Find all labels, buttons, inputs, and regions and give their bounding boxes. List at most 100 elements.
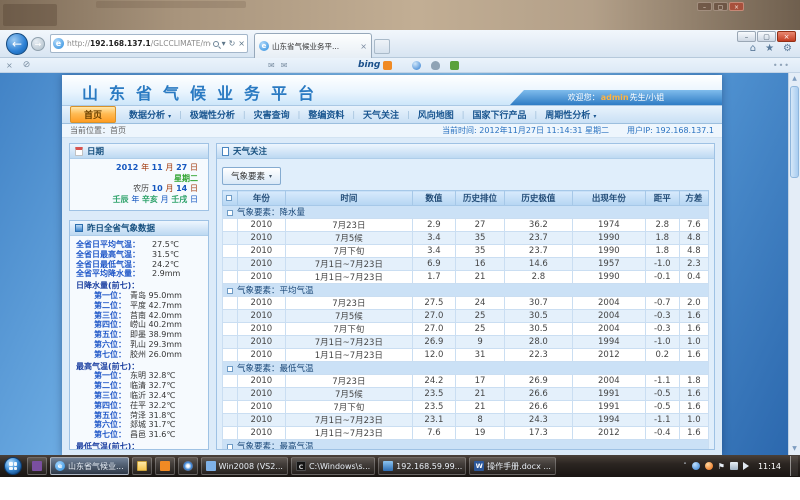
taskbar-item-0[interactable] (27, 457, 47, 475)
nav-item-3[interactable]: 灾害查询 (246, 107, 298, 122)
refresh-icon[interactable]: ↻ (229, 39, 236, 48)
plugin-icon[interactable] (450, 61, 459, 70)
taskbar-item-8[interactable]: W操作手册.docx ... (469, 457, 556, 475)
stop-icon[interactable]: × (238, 39, 245, 48)
more-options-icon[interactable]: ••• (773, 61, 790, 70)
table-cell: 7月下旬 (286, 323, 412, 336)
section-name: 气象要素：降水量 (237, 208, 305, 218)
table-cell: 2010 (237, 258, 286, 271)
addon-icon[interactable] (383, 61, 392, 70)
close-icon[interactable]: × (777, 31, 796, 42)
table-section-row[interactable]: 气象要素：最高气温 (223, 440, 709, 450)
checkbox-icon[interactable] (227, 210, 233, 216)
network-icon[interactable] (730, 462, 738, 470)
checkbox-icon[interactable] (227, 366, 233, 372)
table-cell: 28.0 (504, 336, 572, 349)
stat-line: 全省平均降水量：2.9mm (76, 269, 204, 279)
checkbox-icon[interactable] (226, 195, 232, 201)
nav-item-6[interactable]: 风向地图 (410, 107, 462, 122)
main-nav: 首页数据分析 ▾|极端性分析|灾害查询|整编资料|天气关注|风向地图|国家下行产… (62, 105, 722, 124)
nav-item-4[interactable]: 整编资料 (300, 107, 352, 122)
taskbar-item-3[interactable] (155, 457, 175, 475)
maximize-icon[interactable]: ▢ (757, 31, 776, 42)
taskbar-item-4[interactable] (178, 457, 198, 475)
table-section-row[interactable]: 气象要素：最低气温 (223, 362, 709, 375)
background-window-fragment (3, 4, 57, 26)
taskbar-item-2[interactable] (132, 457, 152, 475)
scroll-down-icon[interactable]: ▼ (789, 443, 800, 455)
table-cell: 1991 (572, 401, 645, 414)
taskbar-item-7[interactable]: 192.168.59.99... (378, 457, 466, 475)
maximize-icon[interactable]: ▢ (713, 2, 728, 11)
checkbox-icon[interactable] (227, 444, 233, 450)
table-cell: -0.3 (645, 310, 679, 323)
browser-tab[interactable]: e 山东省气候业务平... × (254, 33, 372, 58)
table-cell: 1.7 (412, 271, 456, 284)
back-button[interactable]: ← (6, 33, 28, 55)
close-icon[interactable]: × (729, 2, 744, 11)
table-cell: 30.5 (504, 310, 572, 323)
bing-logo[interactable]: bing (358, 60, 380, 70)
table-cell: -1.0 (645, 258, 679, 271)
show-desktop-button[interactable] (790, 456, 798, 476)
table-row: 20107月1日~7月23日26.9928.01994-1.01.0 (223, 336, 709, 349)
table-section-row[interactable]: 气象要素：降水量 (223, 206, 709, 219)
table-cell: 1.0 (679, 414, 708, 427)
search-icon[interactable] (213, 41, 219, 47)
mail-icon[interactable]: ✉ (268, 61, 275, 70)
element-filter-button[interactable]: 气象要素 ▾ (222, 167, 281, 185)
new-tab-button[interactable] (374, 39, 390, 54)
mail-icon[interactable]: ✉ (281, 61, 288, 70)
tray-app-icon[interactable] (692, 462, 700, 470)
url-text[interactable]: http://192.168.137.1/GLCCLIMATE/modules/… (67, 39, 211, 48)
nav-item-0[interactable]: 首页 (70, 106, 116, 123)
taskbar-item-6[interactable]: CC:\Windows\s... (291, 457, 375, 475)
table-cell: 2004 (572, 323, 645, 336)
table-cell: 1.6 (679, 401, 708, 414)
table-cell: 2.8 (645, 219, 679, 232)
tab-close-icon[interactable]: × (360, 42, 367, 51)
table-cell: 7月23日 (286, 375, 412, 388)
tray-app-icon[interactable] (705, 462, 713, 470)
volume-icon[interactable] (743, 462, 749, 470)
taskbar-item-5[interactable]: Win2008 (VS2... (201, 457, 288, 475)
action-center-flag-icon[interactable]: ⚑ (718, 462, 725, 471)
settings-gear-icon[interactable]: ⚙ (783, 43, 792, 54)
table-cell: 26.9 (412, 336, 456, 349)
checkbox-icon[interactable] (227, 288, 233, 294)
compatibility-icon[interactable]: ⊘ (23, 60, 31, 70)
vertical-scrollbar[interactable]: ▲ ▼ (788, 73, 800, 455)
tray-expand-icon[interactable]: ˄ (683, 462, 687, 470)
close-toolbar-icon[interactable]: × (6, 61, 13, 70)
nav-item-5[interactable]: 天气关注 (355, 107, 407, 122)
favorites-star-icon[interactable]: ★ (765, 43, 774, 54)
addon-paw-icon[interactable] (431, 61, 440, 70)
table-section-row[interactable]: 气象要素：平均气温 (223, 284, 709, 297)
table-cell: 7月5候 (286, 232, 412, 245)
browser-toolbar: × ⊘ ✉ ✉ bing ••• (0, 58, 800, 73)
nav-item-8[interactable]: 周期性分析 ▾ (537, 107, 604, 122)
table-cell: 0.4 (679, 271, 708, 284)
table-cell: 31 (456, 349, 505, 362)
minimize-icon[interactable]: – (737, 31, 756, 42)
table-row: 20107月下旬27.02530.52004-0.31.6 (223, 323, 709, 336)
column-header: 时间 (286, 191, 412, 206)
messenger-icon[interactable] (412, 61, 421, 70)
rank-item: 第一位：青岛 95.0mm (76, 291, 204, 301)
address-bar[interactable]: e http://192.168.137.1/GLCCLIMATE/module… (50, 34, 248, 53)
chevron-down-icon[interactable]: ▾ (222, 39, 226, 48)
table-cell: 7月5候 (286, 310, 412, 323)
table-cell: 14.6 (504, 258, 572, 271)
scrollbar-thumb[interactable] (790, 86, 799, 178)
taskbar-item-1[interactable]: e山东省气候业... (50, 457, 129, 475)
nav-item-1[interactable]: 数据分析 ▾ (121, 107, 179, 122)
start-button[interactable] (4, 457, 22, 475)
section-name: 气象要素：平均气温 (237, 286, 314, 296)
home-icon[interactable]: ⌂ (750, 43, 756, 54)
nav-item-2[interactable]: 极端性分析 (182, 107, 243, 122)
minimize-icon[interactable]: – (697, 2, 712, 11)
scroll-up-icon[interactable]: ▲ (789, 73, 800, 85)
nav-item-7[interactable]: 国家下行产品 (464, 107, 534, 122)
forward-button[interactable]: → (31, 37, 45, 51)
taskbar-clock[interactable]: 11:14 (758, 462, 781, 471)
